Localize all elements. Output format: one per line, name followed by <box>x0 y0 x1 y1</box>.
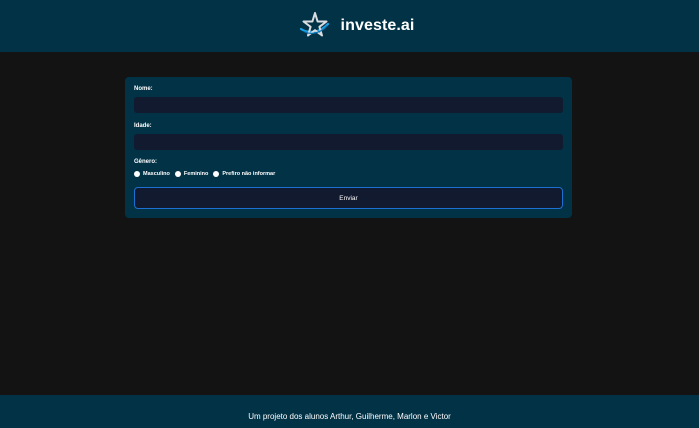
radio-label-nao-informar: Prefiro não informar <box>222 171 276 177</box>
name-input[interactable] <box>134 97 563 113</box>
radio-button-feminino[interactable] <box>174 171 181 177</box>
radio-button-masculino[interactable] <box>134 171 140 177</box>
gender-option-nao-informar[interactable]: Prefiro não informar <box>213 171 275 177</box>
radio-label-masculino: Masculino <box>143 171 170 177</box>
age-label: Idade: <box>134 123 152 129</box>
name-label: Nome: <box>134 86 153 92</box>
gender-option-masculino[interactable]: Masculino <box>134 171 170 177</box>
app-header: investe.ai <box>0 0 699 52</box>
main-content: Nome: Idade: Gênero: Masculino Feminino … <box>0 52 699 395</box>
footer-credits: Um projeto dos alunos Arthur, Guilherme,… <box>248 411 451 421</box>
age-input[interactable] <box>134 134 563 150</box>
star-logo-icon <box>299 12 329 37</box>
brand-name: investe.ai <box>340 17 415 34</box>
app-footer: Um projeto dos alunos Arthur, Guilherme,… <box>0 395 699 428</box>
radio-label-feminino: Feminino <box>183 171 209 177</box>
radio-button-nao-informar[interactable] <box>213 171 220 177</box>
brand[interactable]: investe.ai <box>297 11 415 41</box>
gender-option-feminino[interactable]: Feminino <box>174 171 209 177</box>
gender-radio-group: Masculino Feminino Prefiro não informar <box>134 169 280 179</box>
gender-label: Gênero: <box>134 159 158 165</box>
registration-form: Nome: Idade: Gênero: Masculino Feminino … <box>125 77 572 218</box>
submit-button[interactable]: Enviar <box>134 187 563 209</box>
